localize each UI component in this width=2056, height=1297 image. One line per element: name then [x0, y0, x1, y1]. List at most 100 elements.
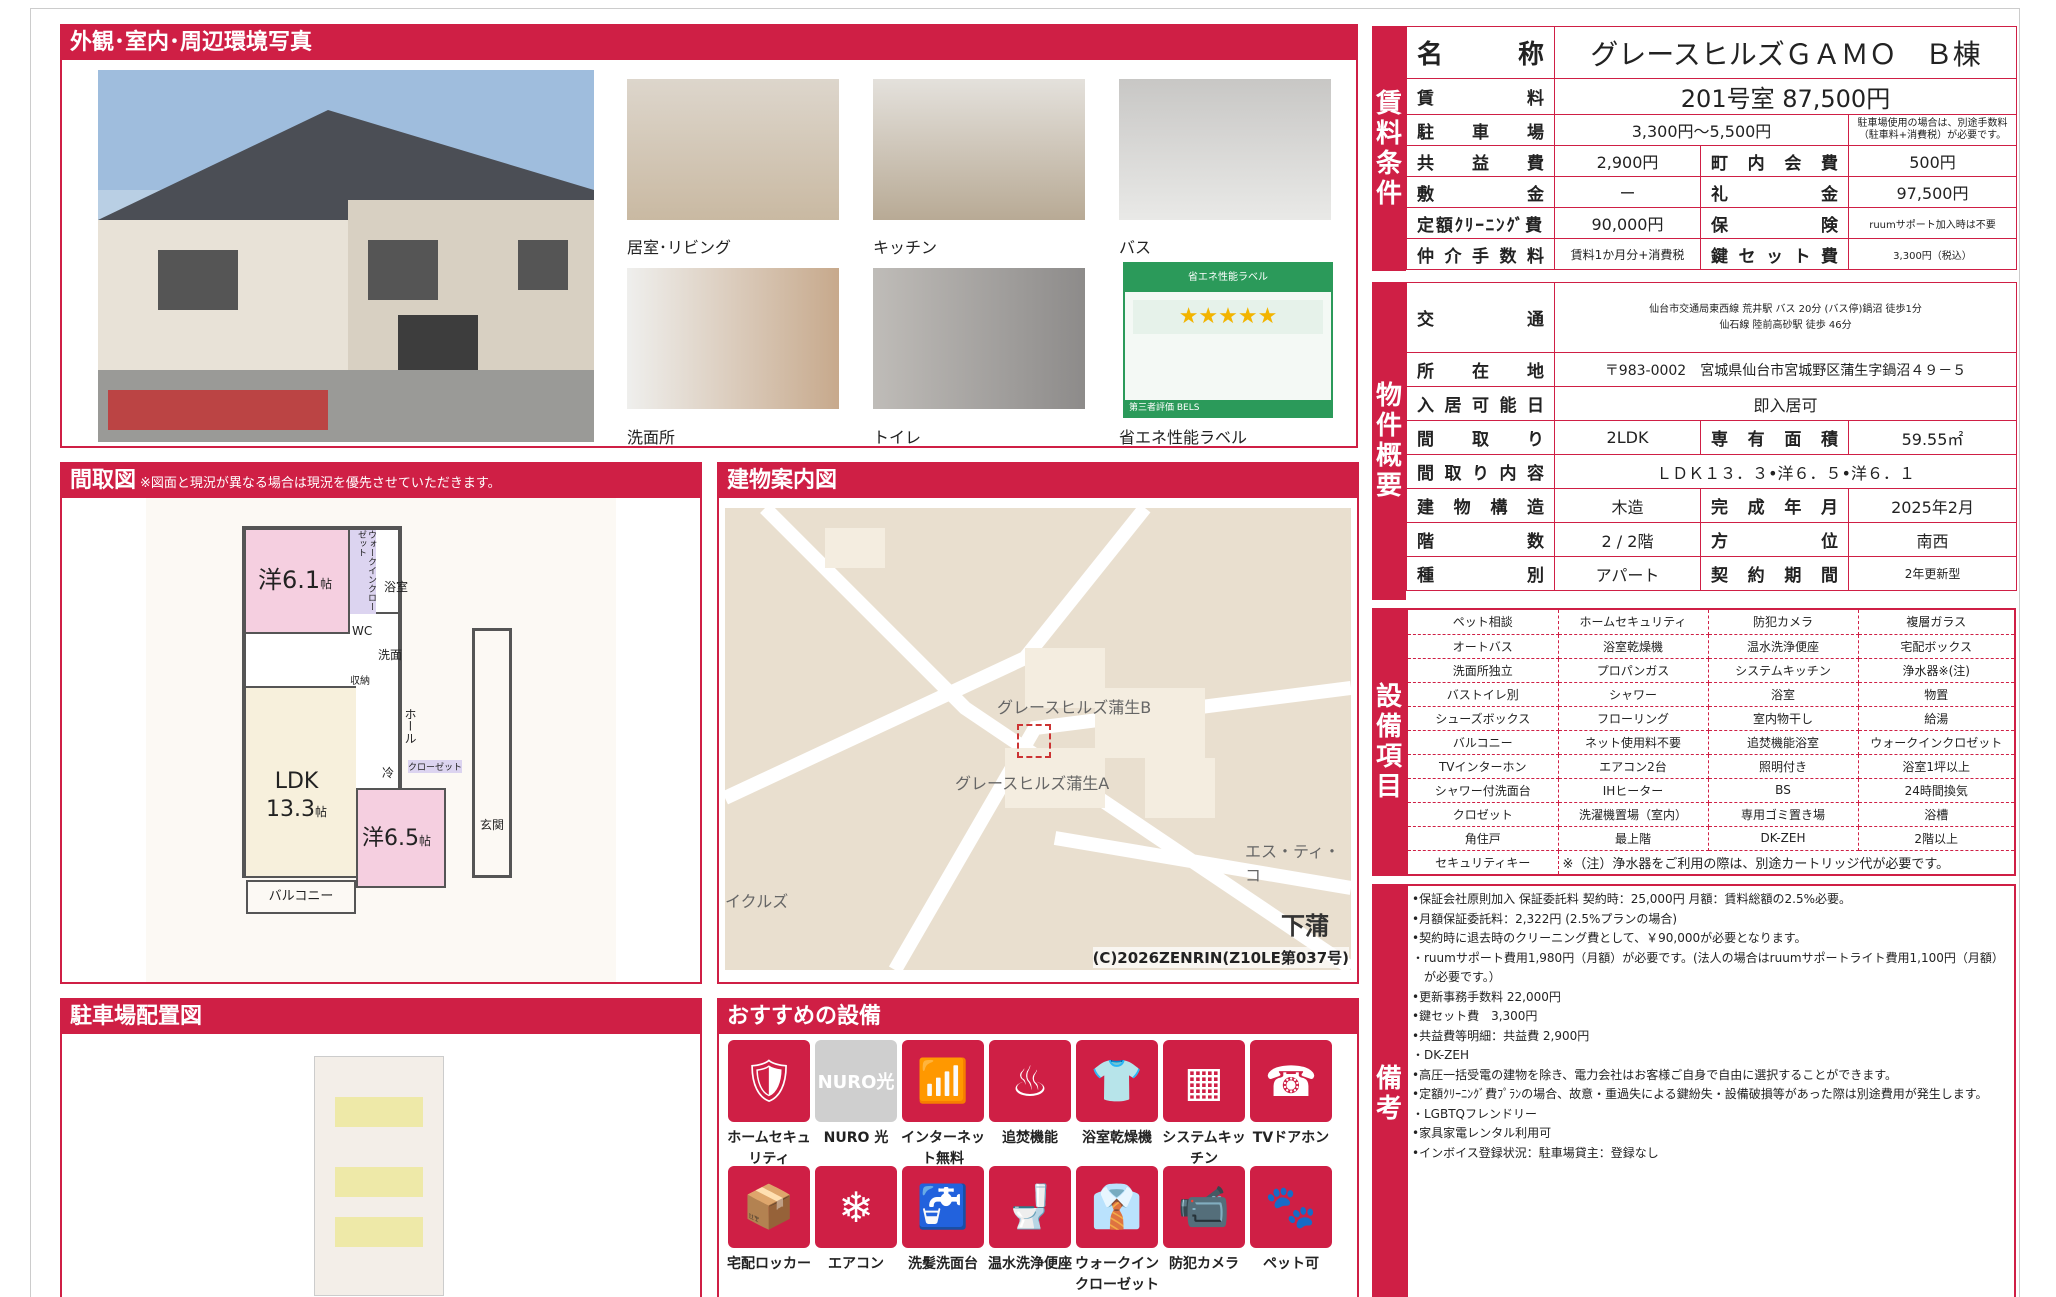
- feature-label: 追焚機能: [1002, 1130, 1058, 1146]
- cleaning-label: 定額ｸﾘｰﾆﾝｸﾞ費: [1406, 207, 1555, 239]
- note-line: が必要です。）: [1412, 970, 1501, 984]
- move-in: 即入居可: [1553, 386, 2018, 421]
- entrance-label: 玄関: [480, 818, 505, 832]
- equipment-item: 給湯: [1858, 706, 2014, 731]
- name-label: 名 称: [1406, 26, 1555, 79]
- layout-detail-label: 間取り内容: [1406, 454, 1555, 489]
- property-name: グレースヒルズＧＡＭＯ Ｂ棟: [1554, 26, 2017, 79]
- equipment-item: 浴室1坪以上: [1858, 754, 2014, 779]
- kitchen-photo[interactable]: [873, 79, 1085, 220]
- photo-caption: 洗面所: [627, 428, 676, 447]
- room-storage: 収納: [350, 676, 370, 687]
- structure-label: 建物構造: [1406, 488, 1555, 523]
- key-money-label: 礼金: [1700, 176, 1849, 208]
- floorplan-panel: 間取図 ※図面と現況が異なる場合は現況を優先させていただきます。 洋6.1帖 ウォ…: [60, 462, 702, 984]
- energy-label-photo[interactable]: 省エネ性能ラベル ★★★★★ 第三者評価 BELS: [1123, 262, 1333, 418]
- contract-label: 契約期間: [1700, 556, 1849, 591]
- equipment-item: 専用ゴミ置き場: [1708, 802, 1859, 827]
- rent-value: 201号室 87,500円: [1554, 78, 2017, 115]
- feature-label: 浴室乾燥機: [1082, 1130, 1152, 1146]
- feature-label: システムキッチン: [1162, 1130, 1246, 1167]
- living-photo[interactable]: [627, 79, 839, 220]
- equipment-item: クロゼット: [1408, 802, 1559, 827]
- photo-caption: 居室･リビング: [627, 238, 732, 257]
- equipment-item: ペット相談: [1408, 610, 1559, 635]
- photos-header: 外観･室内･周辺環境写真: [62, 26, 1356, 60]
- layout-detail: ＬＤＫ１３．３•洋６．５•洋６．１: [1553, 454, 2018, 489]
- transport-line-1: 仙台市交通局東西線 荒井駅 バス 20分 (バス停)鍋沼 徒歩1分: [1649, 303, 1922, 315]
- feature-label: インターネット無料: [901, 1130, 985, 1167]
- feature-label: 洗髪洗面台: [908, 1256, 978, 1272]
- locker-icon: 📦: [728, 1166, 810, 1248]
- type-label: 種別: [1406, 556, 1555, 591]
- bath-dryer-icon: 👕: [1076, 1040, 1158, 1122]
- layout: 2LDK: [1554, 420, 1701, 455]
- feature-label: TVドアホン: [1252, 1130, 1330, 1146]
- equipment-item: 物置: [1858, 682, 2014, 707]
- photo-caption: バス: [1119, 238, 1152, 257]
- note-line: •定額ｸﾘｰﾆﾝｸﾞ費ﾌﾟﾗﾝの場合、故意・重過失による鍵紛失・設備破損等があっ…: [1412, 1087, 1988, 1101]
- type: アパート: [1554, 556, 1701, 591]
- rent-label: 賃 料: [1406, 78, 1555, 115]
- balcony-label: バルコニー: [246, 880, 356, 914]
- equipment-item: 照明付き: [1708, 754, 1859, 779]
- floor-label: 階数: [1406, 522, 1555, 557]
- photos-panel: 外観･室内･周辺環境写真 居室･リビング キッチン バス 洗面所 トイレ 省エネ…: [60, 24, 1358, 448]
- note-line: ・ruumサポート費用1,980円（月額）が必要です。(法人の場合はruumサポ…: [1412, 950, 2004, 965]
- hall-label: ホール: [403, 708, 417, 744]
- built-label: 完成年月: [1700, 488, 1849, 523]
- room-bath: 浴室: [384, 580, 409, 594]
- key-money: 97,500円: [1848, 176, 2017, 208]
- photo-caption: トイレ: [873, 428, 922, 447]
- map-label-building-b: グレースヒルズ蒲生B: [997, 698, 1152, 717]
- equipment-item: DK-ZEH: [1708, 826, 1859, 851]
- keyset-label: 鍵セット費: [1700, 238, 1849, 270]
- nuro-icon: NURO光: [815, 1040, 897, 1122]
- map-panel: 建物案内図 グレースヒルズ蒲生B グレースヒルズ蒲生A エス・ティ・コ イクルズ…: [717, 462, 1359, 984]
- toilet-icon: 🚽: [989, 1166, 1071, 1248]
- area-label: 専有面積: [1700, 420, 1849, 455]
- note-line: •鍵セット費 3,300円: [1412, 1009, 1538, 1023]
- equipment-section-label: 設備項目: [1372, 608, 1406, 876]
- note-line: •保証会社原則加入 保証委託料 契約時：25,000円 月額：賃料総額の2.5%…: [1412, 892, 1851, 906]
- water-filter-note: ※（注）浄水器をご利用の際は、別途カートリッジ代が必要です。: [1562, 856, 1950, 872]
- toilet-photo[interactable]: [873, 268, 1085, 409]
- equipment-item: 室内物干し: [1708, 706, 1859, 731]
- parking-note: 駐車場使用の場合は、別途手数料（駐車料+消費税）が必要です。: [1848, 114, 2017, 146]
- fridge-label: 冷: [382, 766, 395, 780]
- aircon-icon: ❄: [815, 1166, 897, 1248]
- floor: 2 / 2階: [1554, 522, 1701, 557]
- equipment-item: 最上階: [1558, 826, 1709, 851]
- parking-layout-drawing[interactable]: [314, 1056, 444, 1296]
- bath-photo[interactable]: [1119, 79, 1331, 220]
- equipment-item: シャワー付洗面台: [1408, 778, 1559, 803]
- notes-box: •保証会社原則加入 保証委託料 契約時：25,000円 月額：賃料総額の2.5%…: [1406, 884, 2016, 1297]
- property-section-label: 物件概要: [1372, 282, 1406, 600]
- note-line: •契約時に退去時のクリーニング費として、￥90,000が必要となります。: [1412, 931, 1807, 945]
- equipment-item: 浴室乾燥機: [1558, 634, 1709, 659]
- floorplan-header: 間取図 ※図面と現況が異なる場合は現況を優先させていただきます。: [62, 464, 700, 498]
- note-line: ・DK-ZEH: [1412, 1048, 1470, 1062]
- note-line: •共益費等明細：共益費 2,900円: [1412, 1028, 1590, 1043]
- equipment-item: 2階以上: [1858, 826, 2014, 851]
- notes-list: •保証会社原則加入 保証委託料 契約時：25,000円 月額：賃料総額の2.5%…: [1412, 890, 2004, 1163]
- parking-header: 駐車場配置図: [62, 1000, 700, 1034]
- contract: 2年更新型: [1847, 556, 2018, 591]
- equipment-item: ウォークインクロゼット: [1858, 730, 2014, 755]
- equipment-item: バルコニー: [1408, 730, 1559, 755]
- washroom-photo[interactable]: [627, 268, 839, 409]
- equipment-item: シャワー: [1558, 682, 1709, 707]
- shield-icon: 🛡: [728, 1040, 810, 1122]
- note-line: •月額保証委託料：2,322円 (2.5%プランの場合): [1412, 911, 1678, 926]
- map-view[interactable]: グレースヒルズ蒲生B グレースヒルズ蒲生A エス・ティ・コ イクルズ 下蒲 (C…: [725, 508, 1351, 970]
- address-label: 所在地: [1406, 352, 1555, 387]
- insurance-label: 保険: [1700, 207, 1849, 239]
- equipment-item: ネット使用料不要: [1558, 730, 1709, 755]
- exterior-photo[interactable]: [98, 70, 594, 442]
- parking-fee: 3,300円～5,500円: [1554, 114, 1849, 146]
- note-line: •更新事務手数料 22,000円: [1412, 989, 1561, 1004]
- feature-label: エアコン: [828, 1256, 884, 1272]
- photo-caption: 省エネ性能ラベル: [1119, 428, 1248, 447]
- town-fee: 500円: [1848, 145, 2017, 177]
- floorplan-drawing[interactable]: 洋6.1帖 ウォークインクローゼット 浴室 WC 洗面 収納 LDK 13.3帖 …: [146, 498, 616, 982]
